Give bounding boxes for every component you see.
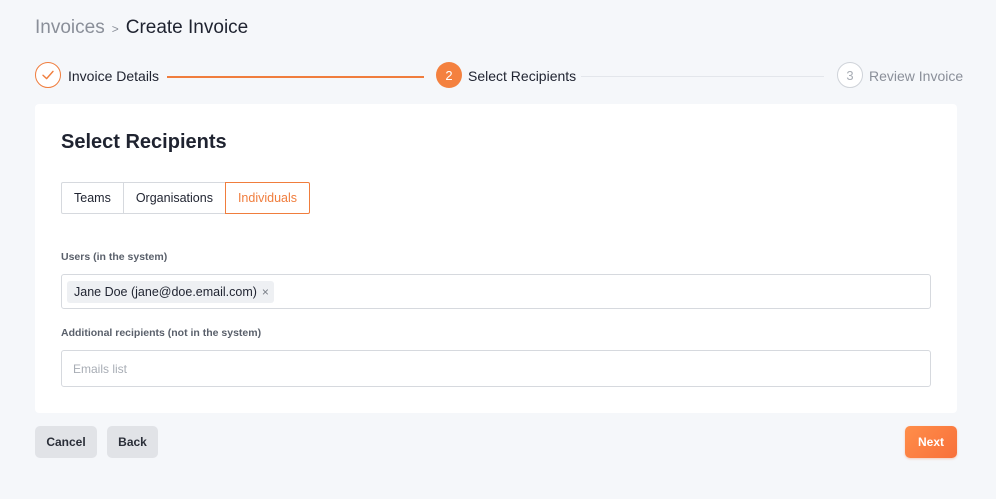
progress-stepper: Invoice Details 2 Select Recipients 3 Re… bbox=[35, 62, 963, 88]
step-connector-1 bbox=[167, 76, 424, 78]
users-multiselect[interactable]: Jane Doe (jane@doe.email.com) × bbox=[61, 274, 931, 309]
additional-recipients-label: Additional recipients (not in the system… bbox=[61, 327, 262, 339]
select-recipients-card: Select Recipients Teams Organisations In… bbox=[35, 104, 957, 413]
users-field-label: Users (in the system) bbox=[61, 251, 168, 263]
step-1-circle[interactable] bbox=[35, 62, 61, 88]
back-button[interactable]: Back bbox=[107, 426, 158, 458]
page-title: Create Invoice bbox=[125, 17, 249, 38]
breadcrumb-invoices-link[interactable]: Invoices bbox=[35, 17, 105, 39]
step-3-label: Review Invoice bbox=[869, 68, 964, 84]
tab-individuals[interactable]: Individuals bbox=[224, 182, 311, 214]
tab-organisations[interactable]: Organisations bbox=[122, 182, 226, 214]
recipient-type-tabs: Teams Organisations Individuals bbox=[61, 182, 311, 214]
tab-teams[interactable]: Teams bbox=[61, 182, 124, 214]
close-icon[interactable]: × bbox=[262, 285, 269, 299]
next-button[interactable]: Next bbox=[905, 426, 957, 458]
check-icon bbox=[42, 70, 54, 80]
breadcrumb-separator: > bbox=[111, 22, 119, 36]
breadcrumb: Invoices > Create Invoice bbox=[35, 16, 248, 40]
emails-input[interactable] bbox=[62, 351, 930, 386]
cancel-button[interactable]: Cancel bbox=[35, 426, 97, 458]
selected-user-label: Jane Doe (jane@doe.email.com) bbox=[74, 285, 257, 299]
step-connector-2 bbox=[581, 76, 824, 77]
card-title: Select Recipients bbox=[61, 131, 227, 153]
step-1-label[interactable]: Invoice Details bbox=[68, 68, 159, 84]
step-3-circle: 3 bbox=[837, 62, 863, 88]
step-2-label: Select Recipients bbox=[468, 68, 577, 84]
step-2-circle: 2 bbox=[436, 62, 462, 88]
selected-user-chip: Jane Doe (jane@doe.email.com) × bbox=[67, 281, 274, 303]
emails-field bbox=[61, 350, 931, 387]
